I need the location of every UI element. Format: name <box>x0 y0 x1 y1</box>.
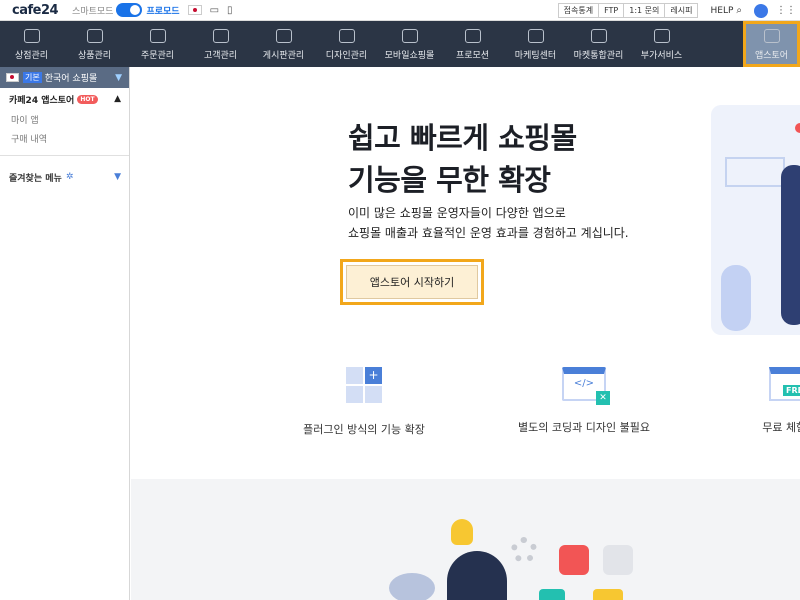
feature-label: 플러그인 방식의 기능 확장 <box>303 423 425 436</box>
star-icon <box>464 29 481 43</box>
bottom-banner <box>131 479 800 600</box>
palette-icon <box>389 573 435 600</box>
nav-item-customers[interactable]: 고객관리 <box>189 21 252 67</box>
gear-icon <box>511 537 537 563</box>
desktop-icon[interactable]: ▭ <box>210 5 219 16</box>
recipe-button[interactable]: 레시피 <box>664 3 699 18</box>
shop-badge: 기본 <box>23 72 42 83</box>
cta-highlight: 앱스토어 시작하기 <box>340 259 484 305</box>
feature-label: 무료 체험 기 <box>762 421 800 434</box>
nav-item-appstore[interactable]: 앱스토어 <box>743 21 800 67</box>
person-illustration <box>781 165 800 325</box>
lightbulb-icon <box>451 519 473 545</box>
shop-name: 한국어 쇼핑몰 <box>44 74 98 84</box>
sidebar-item-purchases[interactable]: 구매 내역 <box>0 129 129 148</box>
feature-no-coding: </> ✕ 별도의 코딩과 디자인 불필요 <box>484 367 684 435</box>
pro-mode-label[interactable]: 프로모드 <box>146 4 179 17</box>
sidebar-divider <box>0 155 129 156</box>
apps-grid-icon <box>763 29 780 43</box>
cart-icon <box>593 589 623 600</box>
code-icon: </> ✕ <box>562 367 610 405</box>
help-link[interactable]: HELP <box>710 6 733 16</box>
nav-item-market-integration[interactable]: 마켓통합관리 <box>567 21 630 67</box>
start-appstore-button[interactable]: 앱스토어 시작하기 <box>346 265 478 299</box>
shirt-icon <box>86 29 103 43</box>
top-right-tools: 접속통계 FTP 1:1 문의 레시피 HELP ⌕ ⋮⋮ <box>557 0 800 21</box>
main-content: 쉽고 빠르게 쇼핑몰 기능을 무한 확장 이미 많은 쇼핑몰 운영자들이 다양한… <box>131 67 800 600</box>
microphone-icon <box>559 545 589 575</box>
nav-item-marketing[interactable]: 마케팅센터 <box>504 21 567 67</box>
nav-item-design[interactable]: 디자인관리 <box>315 21 378 67</box>
inquiry-button[interactable]: 1:1 문의 <box>623 3 666 18</box>
korea-flag-icon[interactable] <box>187 5 202 15</box>
person-illustration <box>447 551 507 600</box>
chevron-down-icon: ▼ <box>114 172 121 182</box>
mobile-icon <box>401 29 418 43</box>
nav-item-boards[interactable]: 게시판관리 <box>252 21 315 67</box>
palette-icon <box>338 29 355 43</box>
ftp-button[interactable]: FTP <box>598 3 625 18</box>
nav-item-orders[interactable]: 주문관리 <box>126 21 189 67</box>
mobile-icon[interactable]: ▯ <box>227 5 233 16</box>
hot-badge: HOT <box>77 94 98 104</box>
chevron-down-icon: ▼ <box>115 72 122 83</box>
code-icon <box>539 589 565 600</box>
megaphone-icon <box>603 545 633 575</box>
board-icon <box>275 29 292 43</box>
avatar[interactable] <box>754 3 768 18</box>
monitor-icon <box>527 29 544 43</box>
favorites-menu[interactable]: 즐겨찾는 메뉴 ✲ ▼ <box>0 162 129 192</box>
sidebar: 기본 한국어 쇼핑몰 ▼ 카페24 앱스토어 HOT ▲ 마이 앱 구매 내역 … <box>0 67 130 600</box>
features-row: + 플러그인 방식의 기능 확장 </> ✕ 별도의 코딩과 디자인 불필요 FR… <box>131 367 800 457</box>
smart-mode-label[interactable]: 스마트모드 <box>72 4 113 17</box>
nav-item-addons[interactable]: 부가서비스 <box>630 21 693 67</box>
users-icon <box>212 29 229 43</box>
cafe24-logo[interactable]: cafe24 <box>12 3 59 18</box>
home-icon <box>23 29 40 43</box>
shop-selector[interactable]: 기본 한국어 쇼핑몰 ▼ <box>0 67 129 88</box>
feature-plugin: + 플러그인 방식의 기능 확장 <box>264 367 464 437</box>
feature-label: 별도의 코딩과 디자인 불필요 <box>518 421 650 434</box>
apps-menu-icon[interactable]: ⋮⋮ <box>776 5 796 16</box>
korea-flag-icon <box>6 73 19 82</box>
nav-item-mobile[interactable]: 모바일쇼핑몰 <box>378 21 441 67</box>
search-icon[interactable]: ⌕ <box>736 5 742 16</box>
qr-frame <box>725 157 785 187</box>
network-icon <box>590 29 607 43</box>
chevron-up-icon: ▲ <box>114 94 121 104</box>
free-icon: FREE <box>769 367 800 401</box>
notification-dot <box>795 123 800 133</box>
hero-description: 이미 많은 쇼핑몰 운영자들이 다양한 앱으로 쇼핑몰 매출과 효율적인 운영 … <box>348 206 629 240</box>
cart-icon <box>149 29 166 43</box>
appstore-section-title[interactable]: 카페24 앱스토어 HOT ▲ <box>0 88 129 110</box>
nav-item-store[interactable]: 상점관리 <box>0 21 63 67</box>
access-stats-button[interactable]: 접속통계 <box>557 3 600 18</box>
plant-illustration <box>721 265 751 331</box>
hero-title: 쉽고 빠르게 쇼핑몰 기능을 무한 확장 <box>348 121 577 197</box>
sidebar-item-my-apps[interactable]: 마이 앱 <box>0 110 129 129</box>
folder-plus-icon <box>653 29 670 43</box>
main-nav: 상점관리 상품관리 주문관리 고객관리 게시판관리 디자인관리 모바일쇼핑몰 프… <box>0 21 800 67</box>
plugin-icon: + <box>346 367 382 403</box>
mode-toggle[interactable] <box>116 3 143 17</box>
nav-item-promotion[interactable]: 프로모션 <box>441 21 504 67</box>
hero-illustration <box>711 105 800 335</box>
feature-free-trial: FREE 무료 체험 기 <box>691 367 800 435</box>
top-bar: cafe24 스마트모드 프로모드 ▭ ▯ 접속통계 FTP 1:1 문의 레시… <box>0 0 800 21</box>
nav-item-products[interactable]: 상품관리 <box>63 21 126 67</box>
gear-icon[interactable]: ✲ <box>66 172 74 182</box>
